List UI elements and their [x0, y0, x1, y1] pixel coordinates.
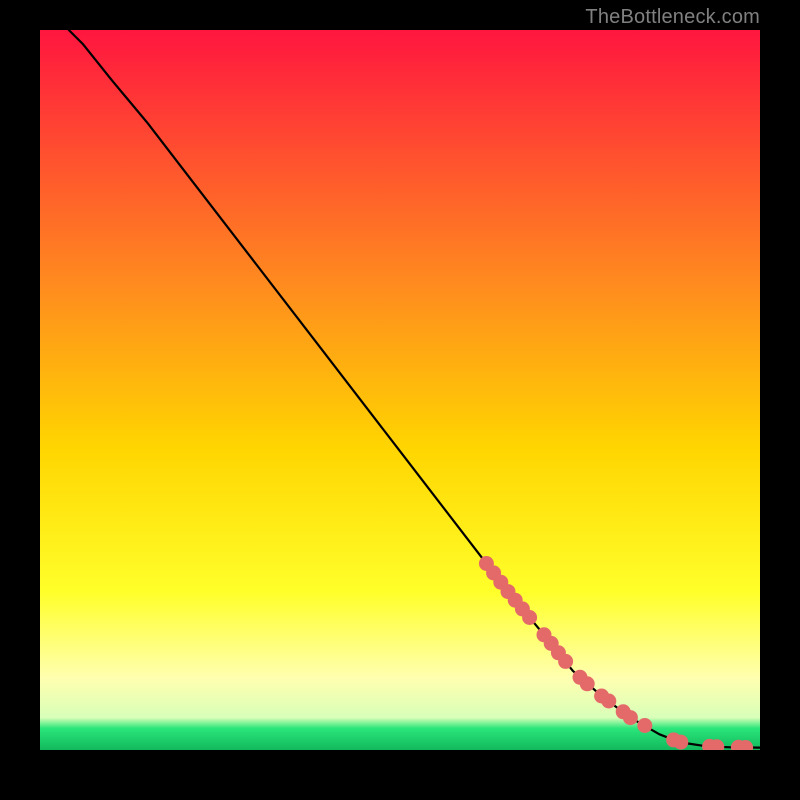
curve-marker	[637, 718, 652, 733]
curve-marker	[522, 610, 537, 625]
gradient-background	[40, 30, 760, 750]
curve-marker	[580, 676, 595, 691]
chart-frame	[40, 30, 760, 750]
attribution-text: TheBottleneck.com	[585, 6, 760, 29]
curve-marker	[673, 735, 688, 750]
curve-marker	[601, 694, 616, 709]
chart-plot	[40, 30, 760, 750]
curve-marker	[558, 654, 573, 669]
curve-marker	[623, 710, 638, 725]
